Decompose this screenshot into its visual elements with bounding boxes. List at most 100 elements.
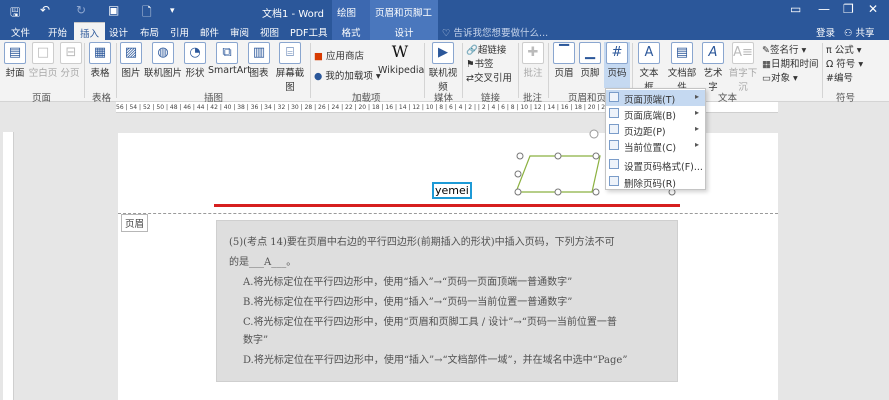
footer-button[interactable]: ▁ 页脚 <box>579 42 601 79</box>
bookmark-button[interactable]: ⚑书签 <box>466 56 494 70</box>
chevron-right-icon: ▸ <box>694 140 699 149</box>
header-footer-tools-group: 页眉和页脚工具 <box>370 0 438 33</box>
tab-insert[interactable]: 插入 <box>74 22 106 40</box>
tab-file[interactable]: 文件 <box>11 25 30 39</box>
wordart-button[interactable]: A 艺术字 <box>700 42 726 93</box>
undo-icon[interactable]: ↶ <box>40 3 50 17</box>
tab-design[interactable]: 设计 <box>109 25 128 39</box>
menu-item-remove-page-numbers[interactable]: 删除页码(R) <box>606 174 705 190</box>
tab-references[interactable]: 引用 <box>170 25 189 39</box>
omega-icon: Ω <box>826 59 837 70</box>
tab-pdf-tools[interactable]: PDF工具 <box>290 25 328 39</box>
page-number-button[interactable]: # 页码 <box>604 42 630 88</box>
photo-line: C.将光标定位在平行四边形中，使用“页眉和页脚工具 / 设计”→“页码一当前位置… <box>243 317 617 328</box>
group-label-tables: 表格 <box>92 93 112 104</box>
tab-view[interactable]: 视图 <box>260 25 279 39</box>
textbox-icon: A <box>638 42 660 64</box>
store-button[interactable]: ■ 应用商店 <box>314 48 364 62</box>
blank-page-button[interactable]: □ 空白页 <box>28 42 58 79</box>
group-label-pages: 页面 <box>32 93 52 104</box>
page-margins-icon <box>609 124 619 134</box>
comment-icon: ✚ <box>522 42 544 64</box>
drop-cap-button[interactable]: A≡ 首字下沉 <box>726 42 760 93</box>
restore-icon[interactable]: ❐ <box>843 2 854 16</box>
new-doc-icon[interactable]: 🗋 <box>142 3 152 24</box>
footer-icon: ▁ <box>579 42 601 64</box>
vertical-ruler[interactable] <box>3 132 14 400</box>
chart-icon: ▥ <box>248 42 270 64</box>
wikipedia-button[interactable]: W Wikipedia <box>378 42 424 76</box>
divider <box>518 43 519 98</box>
tab-home[interactable]: 开始 <box>48 25 67 39</box>
redo-icon[interactable]: ↻ <box>76 3 86 17</box>
customize-qat-icon[interactable]: ▾ <box>170 6 175 16</box>
quick-parts-icon: ▤ <box>671 42 693 64</box>
screenshot-button[interactable]: ⌸ 屏幕截图 <box>272 42 308 93</box>
page-top-icon <box>609 92 619 102</box>
cross-reference-button[interactable]: ⇄交叉引用 <box>466 70 512 84</box>
header-button[interactable]: ▔ 页眉 <box>553 42 575 79</box>
drawing-tools-group: 绘图工具 <box>332 0 370 33</box>
sign-in-link[interactable]: 登录 <box>816 25 835 39</box>
ribbon: ▤ 封面 □ 空白页 ⊟ 分页 ▦ 表格 ▨ 图片 ◍ 联机图片 ◔ 形状 ⧉ SmartArt… <box>0 40 889 104</box>
save-icon[interactable]: 🖫 <box>10 3 20 24</box>
tab-layout[interactable]: 布局 <box>140 25 159 39</box>
calendar-icon: ▦ <box>762 59 771 70</box>
symbol-button[interactable]: Ω 符号 ▾ <box>826 56 863 70</box>
divider <box>310 43 311 98</box>
menu-item-format-page-numbers[interactable]: 设置页码格式(F)... <box>606 157 705 173</box>
menu-item-page-margins[interactable]: 页边距(P) ▸ <box>606 122 705 138</box>
person-icon: ⚇ <box>844 28 856 39</box>
date-time-button[interactable]: ▦日期和时间 <box>762 56 819 70</box>
tab-mailings[interactable]: 邮件 <box>200 25 219 39</box>
hyperlink-button[interactable]: 🔗超链接 <box>466 42 506 56</box>
photo-line: B.将光标定位在平行四边形中，使用“插入”→“页码一当前位置一普通数字” <box>243 297 573 308</box>
online-video-button[interactable]: ▶ 联机视频 <box>427 42 459 93</box>
menu-item-bottom-of-page[interactable]: 页面底端(B) ▸ <box>606 106 705 122</box>
shapes-button[interactable]: ◔ 形状 <box>184 42 206 79</box>
number-button[interactable]: #编号 <box>826 70 853 84</box>
header-text-selected[interactable]: yemei <box>432 182 472 199</box>
print-preview-icon[interactable]: ▣ <box>108 3 119 17</box>
pi-icon: π <box>826 45 835 56</box>
ribbon-options-icon[interactable]: ▭ <box>790 2 801 16</box>
equation-button[interactable]: π 公式 ▾ <box>826 42 862 56</box>
chevron-right-icon: ▸ <box>694 92 699 101</box>
tab-format[interactable]: 格式 <box>332 22 370 40</box>
photo-line: (5)(考点 14)要在页眉中右边的平行四边形(前期插入的形状)中插入页码，下列… <box>229 237 615 248</box>
cover-button[interactable]: ▤ 封面 <box>4 42 26 79</box>
tell-me-search[interactable]: ♡ 告诉我您想要做什么... <box>442 25 548 39</box>
signature-icon: ✎ <box>762 45 770 56</box>
comment-button[interactable]: ✚ 批注 <box>522 42 544 79</box>
menu-item-current-position[interactable]: 当前位置(C) ▸ <box>606 138 705 154</box>
page-break-icon: ⊟ <box>60 42 82 64</box>
number-icon: # <box>826 73 834 84</box>
page-number-menu: 页面顶端(T) ▸ 页面底端(B) ▸ 页边距(P) ▸ 当前位置(C) ▸ 设置页码格… <box>605 88 706 190</box>
chevron-right-icon: ▸ <box>694 124 699 133</box>
quick-parts-button[interactable]: ▤文档部件 <box>664 42 700 93</box>
remove-icon <box>609 176 619 186</box>
signature-line-button[interactable]: ✎签名行 ▾ <box>762 42 806 56</box>
blank-page-icon: □ <box>32 42 54 64</box>
online-picture-button[interactable]: ◍ 联机图片 <box>144 42 182 79</box>
object-button[interactable]: ▭对象 ▾ <box>762 70 798 84</box>
table-button[interactable]: ▦ 表格 <box>89 42 111 79</box>
shapes-icon: ◔ <box>184 42 206 64</box>
photo-line: D.将光标定位在平行四边形中，使用“插入”→“文档部件一域”，并在域名中选中“P… <box>243 355 628 366</box>
table-icon: ▦ <box>89 42 111 64</box>
tab-review[interactable]: 审阅 <box>230 25 249 39</box>
picture-button[interactable]: ▨ 图片 <box>120 42 142 79</box>
smartart-button[interactable]: ⧉ SmartArt <box>208 42 251 76</box>
my-addins-button[interactable]: ● 我的加载项 ▾ <box>314 68 381 82</box>
exam-question-image[interactable]: (5)(考点 14)要在页眉中右边的平行四边形(前期插入的形状)中插入页码，下列… <box>216 220 678 382</box>
chart-button[interactable]: ▥ 图表 <box>248 42 270 79</box>
close-icon[interactable]: ✕ <box>868 2 878 16</box>
cross-reference-icon: ⇄ <box>466 73 474 84</box>
photo-line: A.将光标定位在平行四边形中，使用“插入”→“页码一页面顶端一普通数字” <box>243 277 573 288</box>
menu-item-top-of-page[interactable]: 页面顶端(T) ▸ <box>606 90 705 106</box>
minimize-icon[interactable]: — <box>818 2 830 16</box>
share-button[interactable]: ⚇ 共享 <box>844 25 875 39</box>
page-break-button[interactable]: ⊟ 分页 <box>60 42 82 79</box>
tab-hf-design[interactable]: 设计 <box>370 22 438 40</box>
textbox-button[interactable]: A文本框 <box>636 42 662 93</box>
